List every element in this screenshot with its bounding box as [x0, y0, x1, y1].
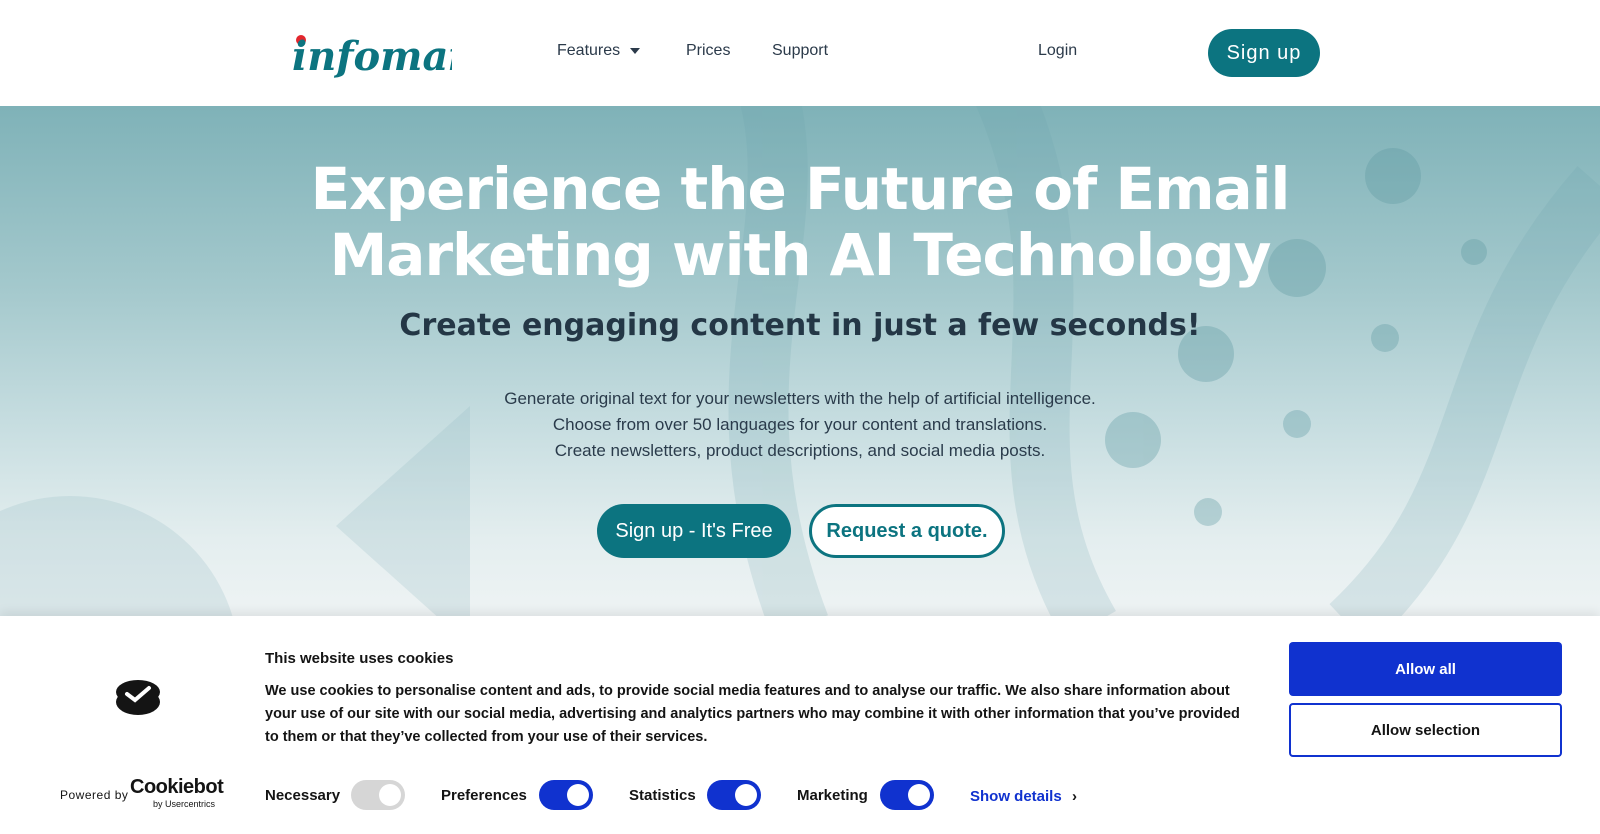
signup-free-button[interactable]: Sign up - It's Free [597, 504, 791, 558]
powered-by-label: Powered by [60, 788, 129, 802]
hero-line-1: Generate original text for your newslett… [504, 389, 1096, 408]
nav-features[interactable]: Features [557, 42, 641, 60]
hero-line-3: Create newsletters, product descriptions… [554, 441, 1046, 460]
nav-prices[interactable]: Prices [686, 42, 730, 60]
login-link[interactable]: Login [1038, 42, 1077, 60]
cookiebot-logo-icon [116, 680, 160, 715]
cookiebot-brand[interactable]: Cookiebot [130, 776, 224, 799]
signup-button[interactable]: Sign up [1208, 29, 1320, 77]
marketing-toggle[interactable] [880, 780, 934, 810]
necessary-label: Necessary [265, 787, 341, 804]
toggle-knob [567, 784, 589, 806]
chevron-right-icon: › [1072, 788, 1077, 805]
hero-section: Experience the Future of Email Marketing… [0, 106, 1600, 616]
hero-line-2: Choose from over 50 languages for your c… [552, 415, 1048, 434]
cookie-banner: Powered by Cookiebot by Usercentrics Thi… [0, 616, 1600, 834]
marketing-label: Marketing [797, 787, 868, 804]
show-details-link[interactable]: Show details [970, 788, 1062, 805]
logo-text: infomail [292, 33, 452, 80]
preferences-toggle[interactable] [539, 780, 593, 810]
hero-title-line-1: Experience the Future of Email [310, 155, 1291, 223]
cookiebot-brand-sub: by Usercentrics [153, 799, 216, 809]
necessary-toggle [351, 780, 405, 810]
toggle-knob [735, 784, 757, 806]
allow-selection-button[interactable]: Allow selection [1289, 703, 1562, 757]
request-quote-button[interactable]: Request a quote. [809, 504, 1005, 558]
cookie-title: This website uses cookies [265, 650, 454, 667]
statistics-toggle[interactable] [707, 780, 761, 810]
statistics-label: Statistics [629, 787, 696, 804]
toggle-knob [908, 784, 930, 806]
hero-description: Generate original text for your newslett… [0, 386, 1600, 464]
cookie-description: We use cookies to personalise content an… [265, 683, 1240, 745]
site-header: infomail Features Prices Support Login S… [0, 0, 1600, 106]
chevron-down-icon [630, 47, 641, 54]
hero-title: Experience the Future of Email Marketing… [0, 156, 1600, 288]
nav-support[interactable]: Support [772, 42, 828, 60]
infomail-logo[interactable]: infomail [292, 18, 452, 88]
preferences-label: Preferences [441, 787, 527, 804]
hero-subtitle: Create engaging content in just a few se… [399, 308, 1201, 343]
allow-all-button[interactable]: Allow all [1289, 642, 1562, 696]
toggle-knob [379, 784, 401, 806]
hero-title-line-2: Marketing with AI Technology [329, 221, 1272, 289]
nav-features-label: Features [557, 42, 621, 59]
